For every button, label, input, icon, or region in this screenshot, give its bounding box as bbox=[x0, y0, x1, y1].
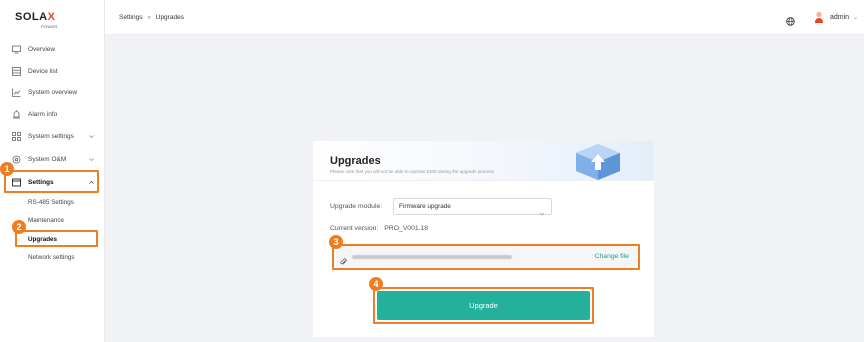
globe-icon[interactable] bbox=[786, 13, 795, 26]
step-2-highlight bbox=[15, 230, 98, 247]
step-1-badge: 1 bbox=[0, 162, 14, 176]
user-menu[interactable]: admin ⌄ bbox=[830, 14, 858, 21]
sidebar-item-label: Overview bbox=[28, 45, 56, 53]
top-bar: Settings » Upgrades bbox=[105, 0, 864, 35]
step-4-badge: 4 bbox=[369, 277, 383, 291]
sidebar-item-label: Alarm info bbox=[28, 110, 58, 118]
chevron-down-icon bbox=[89, 134, 94, 139]
wrench-icon bbox=[12, 155, 21, 164]
step-3-badge: 3 bbox=[329, 235, 343, 249]
breadcrumb-separator: » bbox=[147, 14, 151, 21]
sidebar-item-label: Device list bbox=[28, 67, 58, 75]
sidebar-item-label: System overview bbox=[28, 88, 78, 96]
monitor-icon bbox=[12, 45, 21, 54]
sidebar-item-alarm-info[interactable]: Alarm info bbox=[0, 105, 104, 123]
sidebar-item-system-overview[interactable]: System overview bbox=[0, 83, 104, 101]
breadcrumb-current: Upgrades bbox=[155, 14, 184, 21]
logo-word: SOLA bbox=[15, 11, 48, 23]
upgrade-module-label: Upgrade module: bbox=[330, 203, 383, 210]
sidebar-item-overview[interactable]: Overview bbox=[0, 40, 104, 58]
logo-x: X bbox=[47, 11, 56, 23]
chevron-down-icon bbox=[89, 157, 94, 162]
logo-sub: POWER bbox=[41, 24, 58, 29]
username: admin bbox=[830, 14, 850, 21]
chevron-down-icon: ⌄ bbox=[853, 15, 859, 21]
sidebar-subitem-maintenance[interactable]: Maintenance bbox=[28, 217, 64, 224]
step-1-highlight bbox=[4, 170, 99, 193]
breadcrumb-parent[interactable]: Settings bbox=[119, 14, 143, 21]
sidebar-item-device-list[interactable]: Device list bbox=[0, 62, 104, 80]
step-2-badge: 2 bbox=[12, 220, 26, 234]
sidebar-item-label: System settings bbox=[28, 132, 74, 140]
sidebar-item-system-settings[interactable]: System settings bbox=[0, 127, 104, 145]
grid-icon bbox=[12, 131, 21, 141]
breadcrumb: Settings » Upgrades bbox=[119, 14, 184, 21]
solax-logo[interactable]: SOLAX POWER bbox=[15, 8, 75, 32]
upload-cube-icon bbox=[572, 141, 624, 186]
avatar[interactable] bbox=[814, 11, 824, 24]
upgrade-module-value: Firmware upgrade bbox=[399, 203, 451, 210]
alarm-icon bbox=[12, 109, 21, 119]
upgrade-module-select[interactable]: Firmware upgrade bbox=[393, 198, 552, 216]
current-version: Current version: PRO_V001.18 bbox=[330, 225, 428, 232]
page-title: Upgrades bbox=[330, 155, 381, 167]
sidebar-item-label: System O&M bbox=[28, 155, 67, 163]
sidebar-subitem-rs485[interactable]: RS-485 Settings bbox=[28, 199, 74, 206]
step-4-highlight bbox=[373, 287, 594, 324]
list-icon bbox=[12, 66, 21, 76]
step-3-highlight bbox=[332, 244, 640, 270]
current-version-value: PRO_V001.18 bbox=[384, 225, 429, 232]
sidebar-item-system-om[interactable]: System O&M bbox=[0, 150, 104, 168]
sidebar-subitem-network[interactable]: Network settings bbox=[28, 254, 75, 261]
current-version-label: Current version: bbox=[330, 225, 379, 232]
chevron-down-icon bbox=[539, 204, 545, 216]
upgrade-note: Please note that you will not be able to… bbox=[330, 169, 494, 174]
chart-icon bbox=[12, 88, 21, 97]
